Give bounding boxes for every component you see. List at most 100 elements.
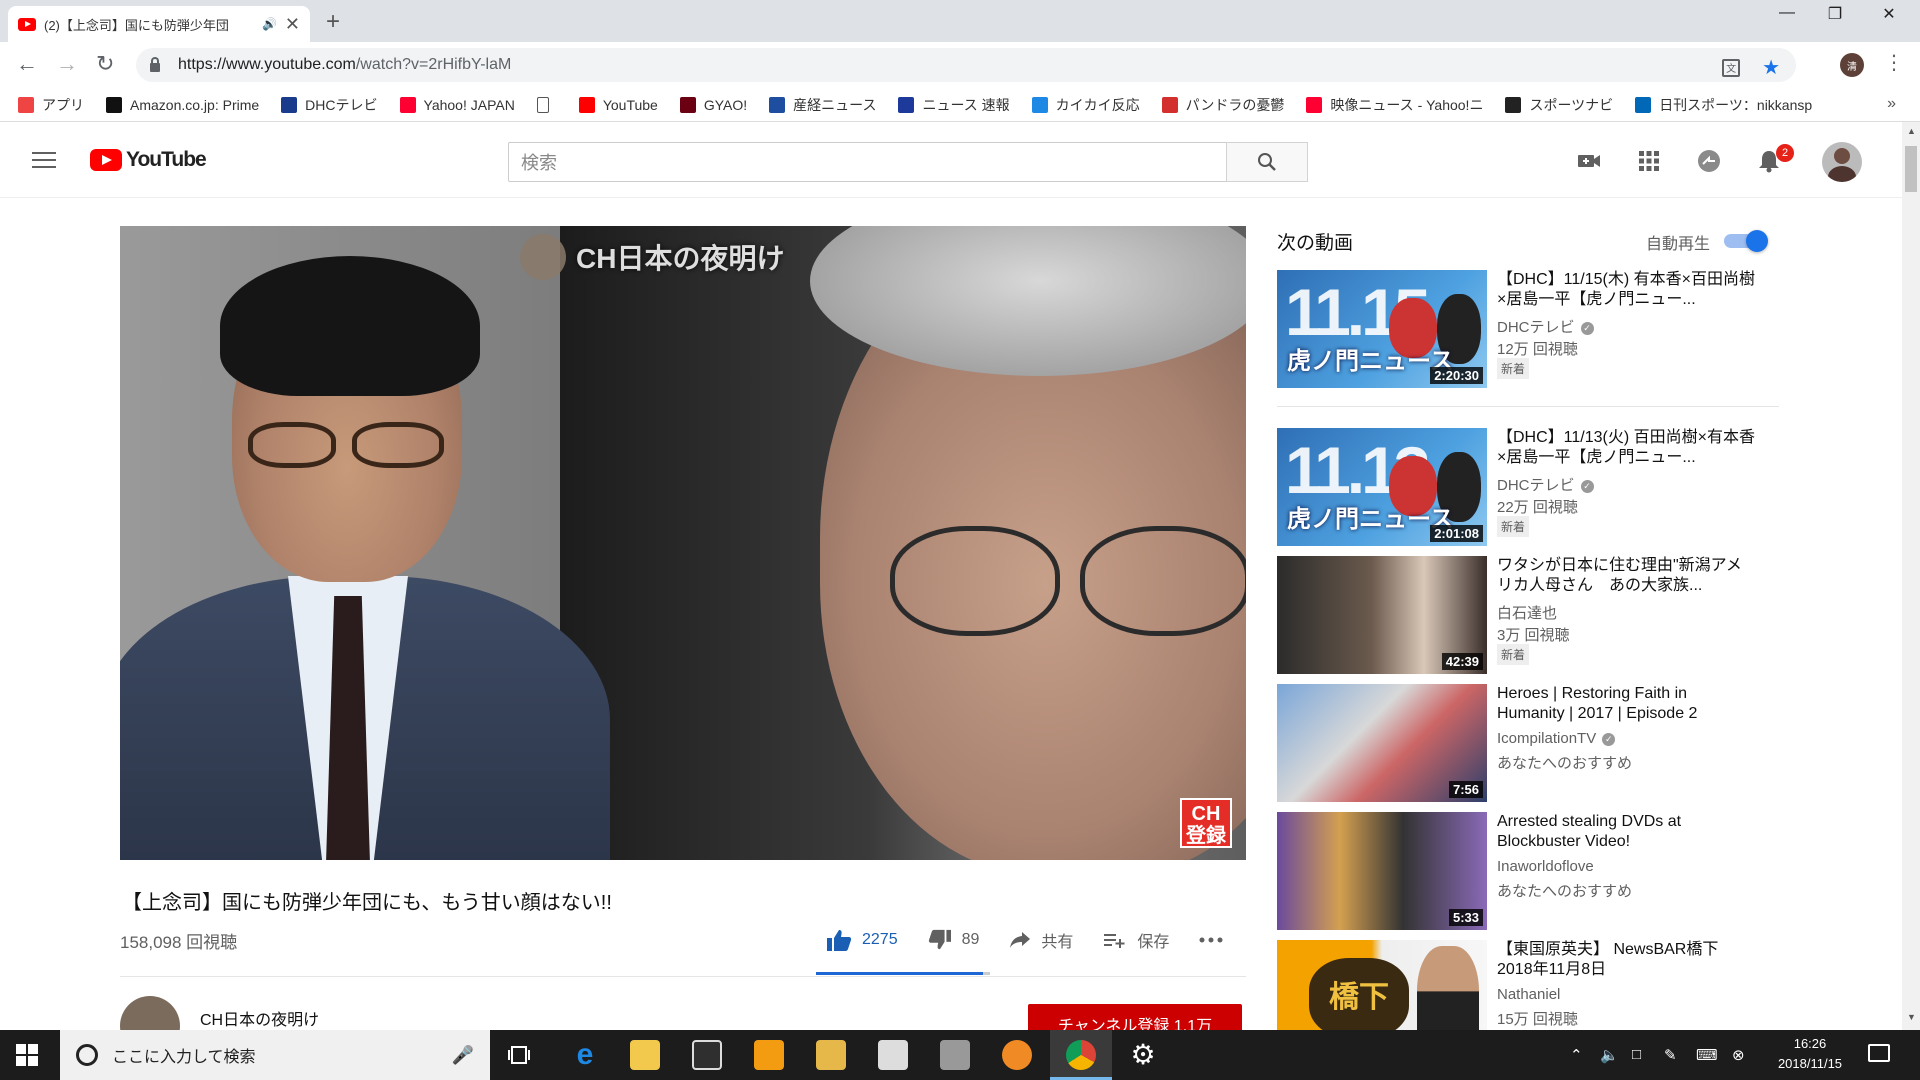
network-icon[interactable]: □ bbox=[1632, 1046, 1641, 1063]
bookmark-item[interactable]: 映像ニュース - Yahoo!ニ bbox=[1306, 95, 1483, 115]
settings-gear-icon[interactable]: ⚙ bbox=[1128, 1040, 1158, 1070]
bookmark-item[interactable]: Amazon.co.jp: Prime bbox=[106, 96, 259, 113]
ime-status-icon[interactable]: ⊗ bbox=[1732, 1046, 1745, 1064]
search-button[interactable] bbox=[1226, 142, 1308, 182]
upload-video-icon[interactable] bbox=[1576, 148, 1602, 174]
recommended-title[interactable]: 【DHC】11/13(火) 百田尚樹×有本香×居島一平【虎ノ門ニュー... bbox=[1497, 428, 1757, 468]
browser-tab[interactable]: (2)【上念司】国にも防弾少年団 🔊 ✕ bbox=[8, 6, 310, 42]
bookmark-item[interactable]: 日刊スポーツ：nikkansp bbox=[1635, 95, 1812, 115]
photos-icon[interactable] bbox=[940, 1040, 970, 1070]
app-orange-icon[interactable] bbox=[1002, 1040, 1032, 1070]
video-thumbnail[interactable]: 11.15 虎ノ門ニュース 2:20:30 bbox=[1277, 270, 1487, 388]
bookmark-item[interactable]: YouTube bbox=[578, 96, 658, 113]
volume-icon[interactable]: 🔈 bbox=[1600, 1046, 1619, 1064]
bookmark-item[interactable]: 産経ニュース bbox=[769, 95, 876, 115]
scroll-up-arrow-icon[interactable]: ▲ bbox=[1907, 126, 1916, 136]
file-explorer-icon[interactable] bbox=[630, 1040, 660, 1070]
share-arrow-icon bbox=[1010, 932, 1031, 948]
bookmark-item[interactable]: スポーツナビ bbox=[1505, 95, 1613, 115]
glasses-left-eye bbox=[248, 422, 336, 468]
bookmark-item[interactable]: Yahoo! JAPAN bbox=[399, 96, 515, 113]
video-thumbnail[interactable]: 7:56 bbox=[1277, 684, 1487, 802]
store-icon[interactable] bbox=[692, 1040, 722, 1070]
maximize-button[interactable]: ❐ bbox=[1812, 4, 1858, 24]
media-player-icon[interactable] bbox=[754, 1040, 784, 1070]
new-tab-button[interactable]: + bbox=[326, 8, 340, 36]
recommended-channel[interactable]: Nathaniel bbox=[1497, 986, 1560, 1003]
channel-name[interactable]: CH日本の夜明け bbox=[200, 1006, 319, 1030]
windows-start-icon[interactable] bbox=[16, 1044, 38, 1066]
system-clock[interactable]: 16:26 2018/11/15 bbox=[1760, 1034, 1860, 1074]
back-button[interactable]: ← bbox=[16, 51, 38, 77]
profile-avatar[interactable]: 清 bbox=[1840, 53, 1864, 77]
video-thumbnail[interactable]: 42:39 bbox=[1277, 556, 1487, 674]
recommended-video[interactable]: 7:56 Heroes | Restoring Faith in Humanity… bbox=[1277, 684, 1777, 802]
notification-count-badge: 2 bbox=[1776, 144, 1794, 162]
more-actions-button[interactable] bbox=[1199, 937, 1233, 943]
recommended-channel[interactable]: 白石達也 bbox=[1497, 602, 1557, 623]
recommended-video[interactable]: 11.13 虎ノ門ニュース 2:01:08 【DHC】11/13(火) 百田尚樹×有本… bbox=[1277, 428, 1777, 546]
more-bookmarks-icon[interactable]: » bbox=[1887, 95, 1896, 113]
address-bar[interactable]: https://www.youtube.com/watch?v=2rHifbY-… bbox=[136, 48, 1796, 82]
recommended-channel[interactable]: DHCテレビ ✓ bbox=[1497, 474, 1594, 495]
outlook-icon[interactable] bbox=[878, 1040, 908, 1070]
speaker-icon[interactable]: 🔊 bbox=[262, 17, 277, 31]
chrome-menu-icon[interactable]: ⋮ bbox=[1884, 50, 1904, 75]
forward-button[interactable]: → bbox=[56, 51, 78, 77]
recommended-title[interactable]: 【DHC】11/15(木) 有本香×百田尚樹×居島一平【虎ノ門ニュー... bbox=[1497, 270, 1757, 310]
recommended-title[interactable]: Arrested stealing DVDs at Blockbuster Vi… bbox=[1497, 812, 1757, 852]
close-tab-icon[interactable]: ✕ bbox=[285, 14, 300, 35]
dislike-button[interactable]: 89 bbox=[928, 929, 979, 951]
recommended-title[interactable]: 【東国原英夫】 NewsBAR橋下 2018年11月8日 bbox=[1497, 940, 1757, 980]
recommended-video[interactable]: 5:33 Arrested stealing DVDs at Blockbuste… bbox=[1277, 812, 1777, 930]
bookmark-item[interactable]: ニュース 速報 bbox=[898, 95, 1010, 115]
pen-icon[interactable]: ✎ bbox=[1664, 1046, 1677, 1064]
bookmark-item[interactable]: アプリ bbox=[18, 95, 84, 115]
recommended-video[interactable]: 11.15 虎ノ門ニュース 2:20:30 【DHC】11/15(木) 有本香×百田尚… bbox=[1277, 270, 1777, 388]
action-center-icon[interactable] bbox=[1868, 1044, 1890, 1062]
share-button[interactable]: 共有 bbox=[1009, 928, 1073, 952]
page-scrollbar[interactable]: ▲ ▼ bbox=[1902, 122, 1920, 1030]
scroll-down-arrow-icon[interactable]: ▼ bbox=[1907, 1012, 1916, 1022]
mail-app-icon[interactable] bbox=[816, 1040, 846, 1070]
youtube-logo[interactable]: YouTube bbox=[90, 148, 207, 172]
keyboard-icon[interactable]: ⌨ bbox=[1696, 1046, 1718, 1064]
scroll-thumb[interactable] bbox=[1905, 146, 1917, 192]
recommended-channel[interactable]: IcompilationTV ✓ bbox=[1497, 730, 1616, 747]
taskbar-search-box[interactable]: ここに入力して検索 🎤 bbox=[60, 1030, 490, 1080]
minimize-button[interactable]: — bbox=[1764, 4, 1810, 22]
account-avatar[interactable] bbox=[1822, 142, 1862, 182]
bookmark-star-icon[interactable]: ★ bbox=[1762, 55, 1780, 80]
bookmark-item[interactable]: パンドラの憂鬱 bbox=[1161, 95, 1284, 115]
bookmark-item[interactable]: カイカイ反応 bbox=[1031, 95, 1140, 115]
autoplay-toggle[interactable] bbox=[1724, 230, 1768, 252]
recommended-title[interactable]: Heroes | Restoring Faith in Humanity | 2… bbox=[1497, 684, 1757, 724]
translate-icon[interactable]: 文 bbox=[1722, 58, 1741, 77]
apps-icon[interactable] bbox=[1636, 148, 1662, 174]
recommended-channel[interactable]: DHCテレビ ✓ bbox=[1497, 316, 1594, 337]
bookmark-item[interactable] bbox=[536, 96, 557, 113]
like-button[interactable]: 2275 bbox=[826, 928, 898, 952]
recommended-video[interactable]: 42:39 ワタシが日本に住む理由"新潟アメリカ人母さん あの大家族... 白石達也… bbox=[1277, 556, 1777, 674]
recommended-views: あなたへのおすすめ bbox=[1497, 755, 1633, 772]
menu-icon[interactable] bbox=[32, 152, 56, 173]
search-input[interactable]: 検索 bbox=[508, 142, 1227, 182]
bookmark-item[interactable]: DHCテレビ bbox=[281, 95, 378, 115]
video-thumbnail[interactable]: 5:33 bbox=[1277, 812, 1487, 930]
kaikai-icon bbox=[1031, 96, 1048, 113]
messages-icon[interactable] bbox=[1696, 148, 1722, 174]
save-to-playlist-button[interactable]: 保存 bbox=[1103, 928, 1169, 952]
bookmark-item[interactable]: GYAO! bbox=[679, 96, 747, 113]
show-hidden-icons-icon[interactable]: ⌃ bbox=[1570, 1046, 1583, 1064]
reload-button[interactable]: ↻ bbox=[96, 51, 114, 77]
edge-browser-icon[interactable]: e bbox=[570, 1040, 600, 1070]
recommended-title[interactable]: ワタシが日本に住む理由"新潟アメリカ人母さん あの大家族... bbox=[1497, 556, 1757, 596]
close-window-button[interactable]: ✕ bbox=[1866, 4, 1912, 24]
microphone-icon[interactable]: 🎤 bbox=[452, 1045, 474, 1066]
chrome-icon[interactable] bbox=[1066, 1040, 1096, 1070]
recommended-channel[interactable]: Inaworldoflove bbox=[1497, 858, 1594, 875]
video-thumbnail[interactable]: 11.13 虎ノ門ニュース 2:01:08 bbox=[1277, 428, 1487, 546]
video-player[interactable]: CH日本の夜明け CH 登録 bbox=[120, 226, 1246, 860]
task-view-icon[interactable] bbox=[508, 1044, 530, 1066]
subscribe-watermark-button[interactable]: CH 登録 bbox=[1180, 798, 1232, 848]
